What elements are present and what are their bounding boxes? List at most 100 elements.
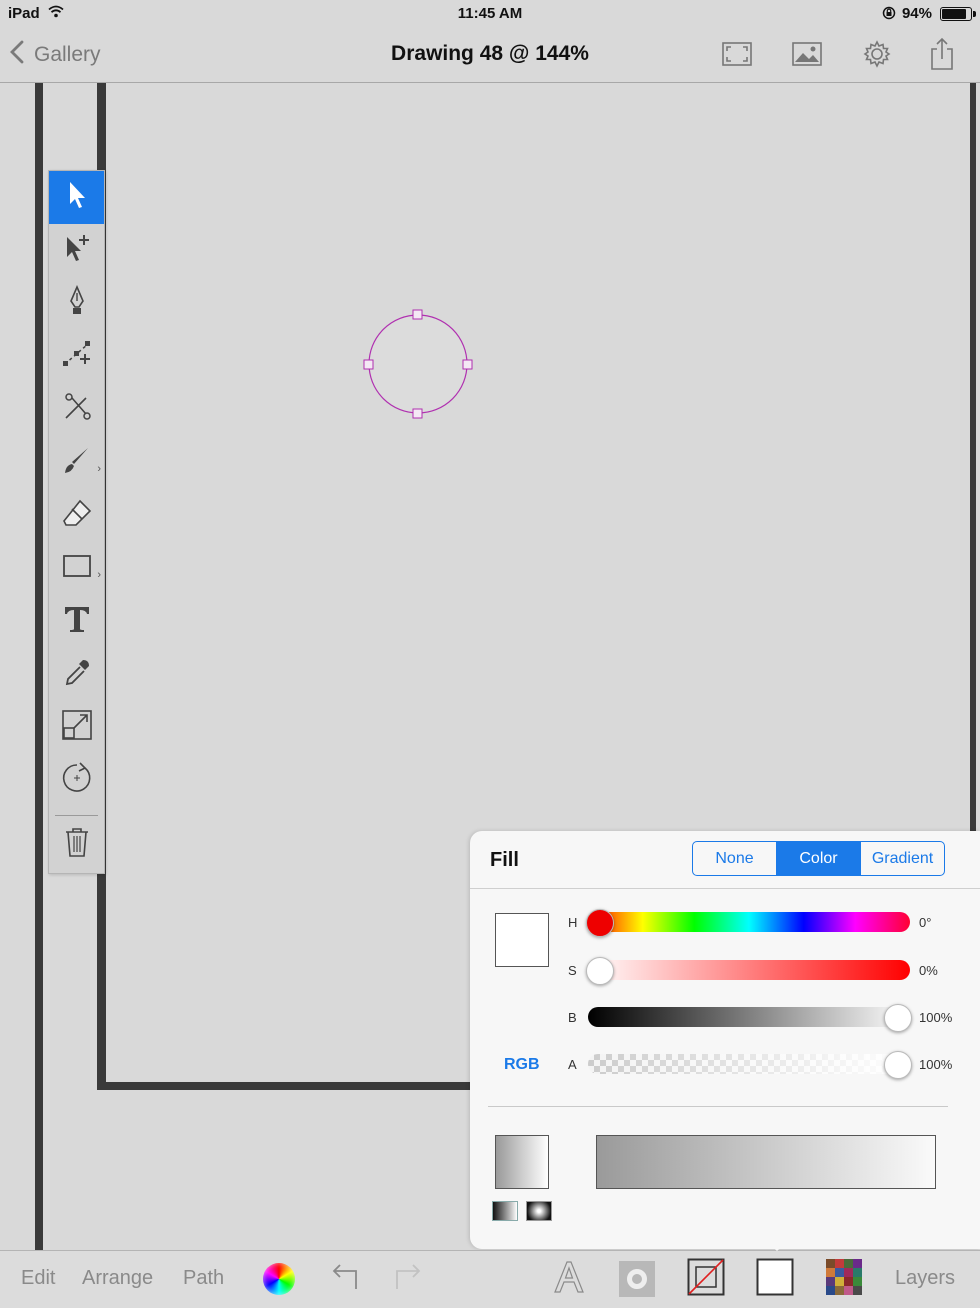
page-frame-left-edge — [35, 83, 43, 1250]
selection-handle-bottom[interactable] — [412, 408, 423, 419]
hue-value: 0° — [919, 915, 932, 930]
selection-handle-left[interactable] — [363, 359, 374, 370]
status-bar: iPad 11:45 AM 94% — [0, 0, 980, 28]
select-tool[interactable] — [49, 171, 104, 224]
gradient-preview-swatch[interactable] — [495, 1135, 549, 1189]
arrow-plus-icon — [63, 233, 91, 268]
alpha-slider-track[interactable] — [588, 1054, 910, 1074]
font-a-icon — [552, 1260, 586, 1299]
anchor-points-icon — [62, 340, 92, 373]
selection-handle-right[interactable] — [462, 359, 473, 370]
alpha-slider-knob[interactable] — [884, 1051, 912, 1079]
eyedropper-tool[interactable] — [49, 648, 104, 701]
battery-percent: 94% — [901, 5, 932, 22]
saturation-slider-track[interactable] — [588, 960, 910, 980]
segment-gradient[interactable]: Gradient — [860, 842, 944, 875]
saturation-slider-knob[interactable] — [586, 957, 614, 985]
brightness-value: 100% — [919, 1010, 953, 1025]
scale-tool[interactable] — [49, 701, 104, 754]
color-swatches-icon — [826, 1258, 862, 1300]
gear-icon — [862, 39, 892, 74]
battery-icon — [940, 7, 976, 21]
arrange-menu-button[interactable]: Arrange — [82, 1267, 153, 1290]
trash-icon — [64, 826, 90, 863]
status-time: 11:45 AM — [457, 5, 523, 22]
add-anchor-point-tool[interactable] — [49, 330, 104, 383]
layers-button[interactable]: Layers — [895, 1267, 955, 1290]
hue-label: H — [568, 915, 578, 930]
brightness-slider-track[interactable] — [588, 1007, 910, 1027]
navigation-bar: Gallery Drawing 48 @ 144% — [0, 28, 980, 83]
delete-tool[interactable] — [49, 818, 104, 871]
document-title: Drawing 48 @ 144% — [391, 42, 589, 65]
brightness-label: B — [568, 1010, 577, 1025]
fill-type-segmented-control: None Color Gradient — [692, 841, 945, 876]
scale-icon — [61, 710, 92, 745]
stroke-square-icon — [687, 1258, 725, 1301]
undo-arrow-icon — [330, 1263, 360, 1296]
fill-popover-header: Fill None Color Gradient — [470, 831, 980, 889]
alpha-label: A — [568, 1057, 577, 1072]
current-color-swatch — [495, 913, 549, 967]
eraser-icon — [62, 499, 92, 532]
toolbox-divider — [55, 815, 98, 816]
brightness-slider-knob[interactable] — [884, 1004, 912, 1032]
shape-tool[interactable]: › — [49, 542, 104, 595]
submenu-chevron-icon: › — [97, 463, 101, 475]
effects-ring-icon — [619, 1261, 655, 1297]
arrow-pointer-icon — [66, 180, 88, 215]
fullscreen-button[interactable] — [717, 36, 757, 76]
fill-square-icon — [756, 1258, 794, 1301]
selection-handle-top[interactable] — [412, 309, 423, 320]
hue-slider-track[interactable] — [588, 912, 910, 932]
pen-tool[interactable] — [49, 277, 104, 330]
redo-button[interactable] — [388, 1258, 428, 1300]
text-tool[interactable] — [49, 595, 104, 648]
share-button[interactable] — [922, 36, 962, 76]
rectangle-icon — [62, 555, 91, 582]
submenu-chevron-icon: › — [97, 569, 101, 581]
toolbox: › › — [48, 170, 105, 874]
segment-color[interactable]: Color — [776, 842, 860, 875]
subselect-tool[interactable] — [49, 224, 104, 277]
fullscreen-icon — [722, 41, 752, 71]
linear-gradient-type-button[interactable] — [492, 1201, 518, 1221]
scissors-tool[interactable] — [49, 383, 104, 436]
color-wheel-button[interactable] — [259, 1258, 299, 1300]
eyedropper-icon — [63, 658, 91, 691]
color-mode-rgb-button[interactable]: RGB — [504, 1056, 540, 1074]
rotate-tool[interactable] — [49, 754, 104, 807]
undo-button[interactable] — [325, 1258, 365, 1300]
brush-tool[interactable]: › — [49, 436, 104, 489]
stroke-button[interactable] — [684, 1258, 728, 1300]
rotation-lock-icon — [882, 6, 896, 24]
settings-button[interactable] — [857, 36, 897, 76]
scissors-icon — [62, 392, 92, 427]
popover-arrow — [765, 1240, 789, 1251]
gradient-editor-bar[interactable] — [596, 1135, 936, 1189]
redo-arrow-icon — [393, 1263, 423, 1296]
radial-gradient-type-button[interactable] — [526, 1201, 552, 1221]
font-button[interactable] — [547, 1258, 591, 1300]
effects-button[interactable] — [615, 1258, 659, 1300]
fill-button[interactable] — [753, 1258, 797, 1300]
selected-circle-shape[interactable] — [360, 305, 478, 428]
bottom-toolbar: Edit Arrange Path Layers — [0, 1250, 980, 1308]
eraser-tool[interactable] — [49, 489, 104, 542]
swatches-button[interactable] — [822, 1258, 866, 1300]
path-menu-button[interactable]: Path — [183, 1267, 224, 1290]
fill-popover: Fill None Color Gradient H 0° S 0% B 100… — [470, 831, 980, 1249]
share-icon — [929, 37, 955, 76]
hue-slider-knob[interactable] — [586, 909, 614, 937]
paintbrush-icon — [62, 445, 92, 480]
segment-none[interactable]: None — [693, 842, 776, 875]
edit-menu-button[interactable]: Edit — [21, 1267, 55, 1290]
saturation-value: 0% — [919, 963, 938, 978]
alpha-value: 100% — [919, 1057, 953, 1072]
image-button[interactable] — [787, 36, 827, 76]
panel-divider — [488, 1106, 948, 1107]
text-t-icon — [63, 605, 91, 638]
color-wheel-icon — [263, 1263, 295, 1295]
fill-title: Fill — [490, 849, 519, 871]
saturation-label: S — [568, 963, 577, 978]
